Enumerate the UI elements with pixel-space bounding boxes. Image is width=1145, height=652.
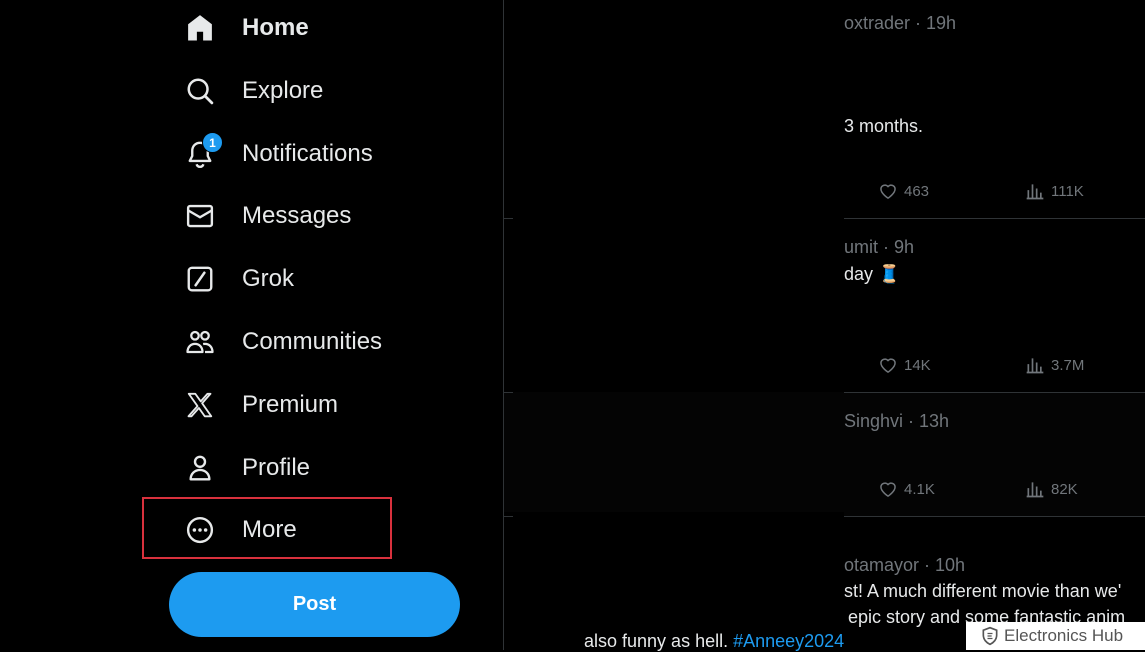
view-count: 82K bbox=[1051, 480, 1078, 498]
x-logo-icon bbox=[182, 387, 218, 423]
shield-logo-icon bbox=[982, 626, 998, 646]
watermark: Electronics Hub bbox=[966, 622, 1145, 650]
nav-item-premium[interactable]: Premium bbox=[182, 383, 338, 427]
feed-separator bbox=[504, 516, 513, 517]
nav-label-explore: Explore bbox=[242, 77, 324, 104]
tweet-meta: umit · 9h bbox=[844, 237, 915, 257]
heart-icon bbox=[880, 184, 896, 199]
like-count: 14K bbox=[904, 356, 931, 374]
bell-icon: 1 bbox=[182, 132, 223, 172]
view-count: 111K bbox=[1051, 182, 1084, 200]
more-highlight-box bbox=[142, 497, 392, 559]
tweet-text: 3 months. bbox=[844, 116, 924, 136]
tweet-text: day 🧵 bbox=[844, 264, 901, 284]
nav-item-communities[interactable]: Communities bbox=[182, 320, 382, 364]
tweet[interactable]: umit · 9h day 🧵 14K 3.7M bbox=[844, 219, 1145, 393]
views-button[interactable]: 3.7M bbox=[1025, 355, 1084, 375]
tweet-meta: oxtrader · 19h bbox=[844, 13, 957, 33]
timeline-feed: oxtrader · 19h 3 months. 463 111K umit ·… bbox=[844, 0, 1145, 650]
sidebar: Home Explore 1 Notifications Messages Gr… bbox=[0, 0, 503, 650]
heart-icon bbox=[880, 358, 896, 373]
like-count: 463 bbox=[904, 182, 930, 200]
feed-separator bbox=[504, 218, 513, 219]
dimmed-tweet-area bbox=[504, 392, 844, 512]
feed-separator bbox=[504, 392, 513, 393]
nav-item-profile[interactable]: Profile bbox=[182, 446, 310, 490]
nav-label-notifications: Notifications bbox=[242, 140, 373, 167]
heart-icon bbox=[880, 482, 896, 497]
tweet-meta: otamayor · 10h bbox=[844, 555, 966, 575]
nav-item-home[interactable]: Home bbox=[182, 6, 309, 50]
views-chart-icon bbox=[1026, 358, 1044, 374]
nav-item-explore[interactable]: Explore bbox=[182, 69, 323, 113]
hashtag-link[interactable]: #Anneey2024 bbox=[733, 631, 844, 651]
person-icon bbox=[182, 450, 218, 486]
notification-badge: 1 bbox=[202, 132, 223, 153]
nav-label-home: Home bbox=[242, 14, 309, 41]
nav-item-grok[interactable]: Grok bbox=[182, 257, 294, 301]
nav-item-notifications[interactable]: 1 Notifications bbox=[182, 132, 373, 176]
envelope-icon bbox=[182, 198, 218, 234]
nav-label-profile: Profile bbox=[242, 454, 311, 481]
views-chart-icon bbox=[1026, 184, 1044, 200]
nav-item-messages[interactable]: Messages bbox=[182, 194, 351, 238]
like-count: 4.1K bbox=[904, 480, 935, 498]
search-icon bbox=[182, 73, 218, 109]
nav-label-grok: Grok bbox=[242, 265, 295, 292]
nav-label-premium: Premium bbox=[242, 391, 339, 418]
like-button[interactable]: 463 bbox=[878, 181, 929, 201]
views-chart-icon bbox=[1026, 482, 1044, 498]
people-icon bbox=[182, 324, 218, 360]
like-button[interactable]: 4.1K bbox=[878, 479, 935, 499]
post-button[interactable]: Post bbox=[169, 572, 460, 637]
tweet-meta: Singhvi · 13h bbox=[844, 411, 950, 431]
watermark-text: Electronics Hub bbox=[1004, 626, 1124, 645]
tweet-text-line: also funny as hell. #Anneey2024 bbox=[584, 631, 844, 652]
nav-label-communities: Communities bbox=[242, 328, 383, 355]
view-count: 3.7M bbox=[1051, 356, 1085, 374]
views-button[interactable]: 82K bbox=[1025, 479, 1078, 499]
home-icon bbox=[182, 10, 218, 46]
tweet-text: st! A much different movie than we' bbox=[844, 581, 1122, 601]
tweet[interactable]: Singhvi · 13h 4.1K 82K bbox=[844, 393, 1145, 517]
sidebar-divider bbox=[503, 0, 504, 650]
tweet[interactable]: oxtrader · 19h 3 months. 463 111K bbox=[844, 0, 1145, 219]
nav-label-messages: Messages bbox=[242, 202, 352, 229]
like-button[interactable]: 14K bbox=[878, 355, 931, 375]
tweet-text: also funny as hell. bbox=[584, 631, 734, 651]
views-button[interactable]: 111K bbox=[1025, 181, 1084, 201]
grok-icon bbox=[182, 261, 218, 297]
